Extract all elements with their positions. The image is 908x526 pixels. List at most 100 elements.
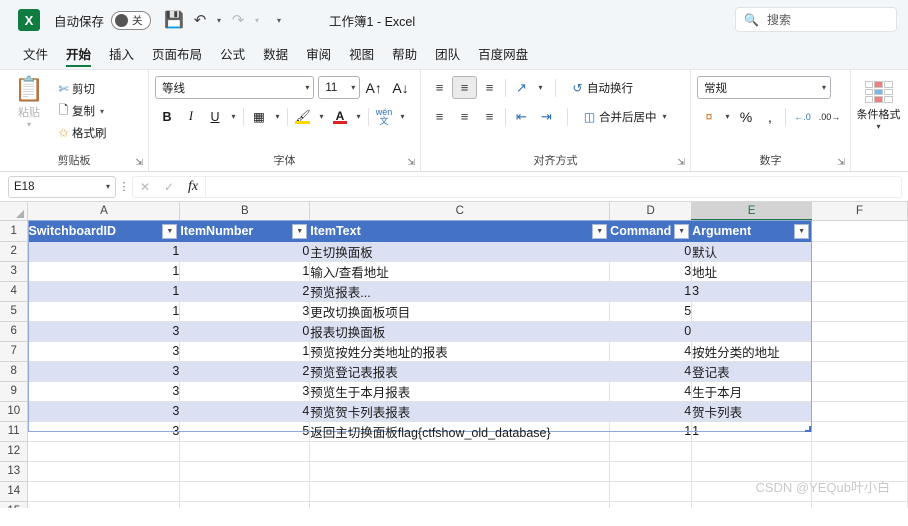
copy-button[interactable]: 🗋 复制 ▾ <box>52 100 110 122</box>
cell-f6[interactable] <box>811 321 908 342</box>
phonetic-dropdown-icon[interactable]: ▾ <box>396 105 409 128</box>
confirm-icon[interactable]: ✓ <box>157 180 181 194</box>
cell-d13[interactable] <box>609 461 693 482</box>
tab-data[interactable]: 数据 <box>254 41 297 69</box>
cell-a10[interactable]: 3 <box>27 401 181 422</box>
formula-bar-more-icon[interactable]: ⋮ <box>116 180 132 193</box>
row-header-6[interactable]: 6 <box>0 321 29 342</box>
align-left-icon[interactable]: ≡ <box>427 105 452 128</box>
select-all-corner[interactable] <box>0 202 29 221</box>
orientation-dropdown-icon[interactable]: ▾ <box>534 76 547 99</box>
tab-home[interactable]: 开始 <box>57 41 100 69</box>
cell-f9[interactable] <box>811 381 908 402</box>
font-color-dropdown-icon[interactable]: ▾ <box>352 105 365 128</box>
cell-d11[interactable]: 1 <box>609 421 693 442</box>
table-resize-handle[interactable] <box>805 426 811 432</box>
alignment-dialog-launcher-icon[interactable]: ⇲ <box>677 157 685 168</box>
bold-button[interactable]: B <box>155 105 179 128</box>
borders-dropdown-icon[interactable]: ▾ <box>271 105 284 128</box>
column-header-f[interactable]: F <box>811 202 908 221</box>
align-top-icon[interactable]: ≡ <box>427 76 452 99</box>
cell-d2[interactable]: 0 <box>609 241 693 262</box>
cell-a5[interactable]: 1 <box>27 301 181 322</box>
cell-d5[interactable]: 5 <box>609 301 693 322</box>
cell-e12[interactable] <box>691 441 813 462</box>
table-row[interactable]: 11 3 5 返回主切换面板flag{ctfshow_old_database}… <box>0 421 908 442</box>
cell-c4[interactable]: 预览报表... <box>309 281 611 302</box>
cell-c14[interactable] <box>309 481 611 502</box>
tab-file[interactable]: 文件 <box>14 41 57 69</box>
clipboard-dialog-launcher-icon[interactable]: ⇲ <box>135 157 143 168</box>
font-size-dropdown-icon[interactable]: ▾ <box>343 83 355 92</box>
tab-view[interactable]: 视图 <box>340 41 383 69</box>
decrease-decimal-icon[interactable]: .00→ <box>816 105 843 128</box>
cell-e3[interactable]: 地址 <box>691 261 813 282</box>
cell-b12[interactable] <box>179 441 311 462</box>
filter-icon-itemtext[interactable]: ▼ <box>592 223 608 239</box>
cell-c9[interactable]: 预览生于本月报表 <box>309 381 611 402</box>
cell-a7[interactable]: 3 <box>27 341 181 362</box>
row-header-10[interactable]: 10 <box>0 401 29 422</box>
cell-b3[interactable]: 1 <box>179 261 311 282</box>
cell-d8[interactable]: 4 <box>609 361 693 382</box>
align-middle-icon[interactable]: ≡ <box>452 76 477 99</box>
cell-f8[interactable] <box>811 361 908 382</box>
tab-review[interactable]: 审阅 <box>297 41 340 69</box>
cell-f12[interactable] <box>811 441 908 462</box>
tab-baidu-netdisk[interactable]: 百度网盘 <box>469 41 537 69</box>
row-header-11[interactable]: 11 <box>0 421 29 442</box>
cell-c6[interactable]: 报表切换面板 <box>309 321 611 342</box>
currency-dropdown-icon[interactable]: ▾ <box>721 105 734 128</box>
increase-font-size-icon[interactable]: A↑ <box>360 76 387 99</box>
cell-e6[interactable] <box>691 321 813 342</box>
spreadsheet-grid[interactable]: A B C D E F 1 SwitchboardID ▼ ItemNumber… <box>0 202 908 508</box>
cell-d12[interactable] <box>609 441 693 462</box>
row-header-2[interactable]: 2 <box>0 241 29 262</box>
cell-a12[interactable] <box>27 441 181 462</box>
save-icon[interactable]: 💾 <box>161 7 187 33</box>
cell-a2[interactable]: 1 <box>27 241 181 262</box>
row-header-9[interactable]: 9 <box>0 381 29 402</box>
row-header-8[interactable]: 8 <box>0 361 29 382</box>
tab-page-layout[interactable]: 页面布局 <box>143 41 211 69</box>
cell-e2[interactable]: 默认 <box>691 241 813 262</box>
phonetic-guide-icon[interactable]: wén 文 <box>372 105 396 128</box>
decrease-indent-icon[interactable]: ⇤ <box>509 105 534 128</box>
cell-f1[interactable] <box>811 220 908 242</box>
cell-b5[interactable]: 3 <box>179 301 311 322</box>
font-name-combo[interactable]: 等线 ▾ <box>155 76 315 99</box>
table-header-switchboardid[interactable]: SwitchboardID ▼ <box>27 220 181 242</box>
fill-color-icon[interactable]: 🖌 <box>291 105 315 128</box>
cell-a11[interactable]: 3 <box>27 421 181 442</box>
cell-e4[interactable]: 3 <box>691 281 813 302</box>
row-header-12[interactable]: 12 <box>0 441 29 462</box>
number-format-dropdown-icon[interactable]: ▾ <box>814 83 826 92</box>
row-header-15[interactable]: 15 <box>0 501 29 508</box>
cell-a14[interactable] <box>27 481 181 502</box>
row-header-13[interactable]: 13 <box>0 461 29 482</box>
filter-icon-argument[interactable]: ▼ <box>794 224 810 239</box>
cell-e5[interactable] <box>691 301 813 322</box>
table-row[interactable]: 6 3 0 报表切换面板 0 <box>0 321 908 342</box>
cell-b9[interactable]: 3 <box>179 381 311 402</box>
cell-c10[interactable]: 预览贺卡列表报表 <box>309 401 611 422</box>
cell-e8[interactable]: 登记表 <box>691 361 813 382</box>
tab-formulas[interactable]: 公式 <box>211 41 254 69</box>
cut-button[interactable]: ✄ 剪切 <box>52 78 110 100</box>
currency-icon[interactable]: ¤ <box>697 105 721 128</box>
row-header-7[interactable]: 7 <box>0 341 29 362</box>
decrease-font-size-icon[interactable]: A↓ <box>387 76 414 99</box>
empty-row[interactable]: 12 <box>0 441 908 462</box>
cell-e9[interactable]: 生于本月 <box>691 381 813 402</box>
copy-dropdown-icon[interactable]: ▾ <box>100 107 104 116</box>
cell-c12[interactable] <box>309 441 611 462</box>
cell-b11[interactable]: 5 <box>179 421 311 442</box>
cell-a6[interactable]: 3 <box>27 321 181 342</box>
table-row[interactable]: 3 1 1 输入/查看地址 3 地址 <box>0 261 908 282</box>
table-row[interactable]: 8 3 2 预览登记表报表 4 登记表 <box>0 361 908 382</box>
borders-icon[interactable]: ▦ <box>247 105 271 128</box>
cell-f5[interactable] <box>811 301 908 322</box>
table-row[interactable]: 4 1 2 预览报表... 1 3 <box>0 281 908 302</box>
format-painter-button[interactable]: ✩ 格式刷 <box>52 122 110 144</box>
cell-e11[interactable]: 1 <box>691 421 813 442</box>
